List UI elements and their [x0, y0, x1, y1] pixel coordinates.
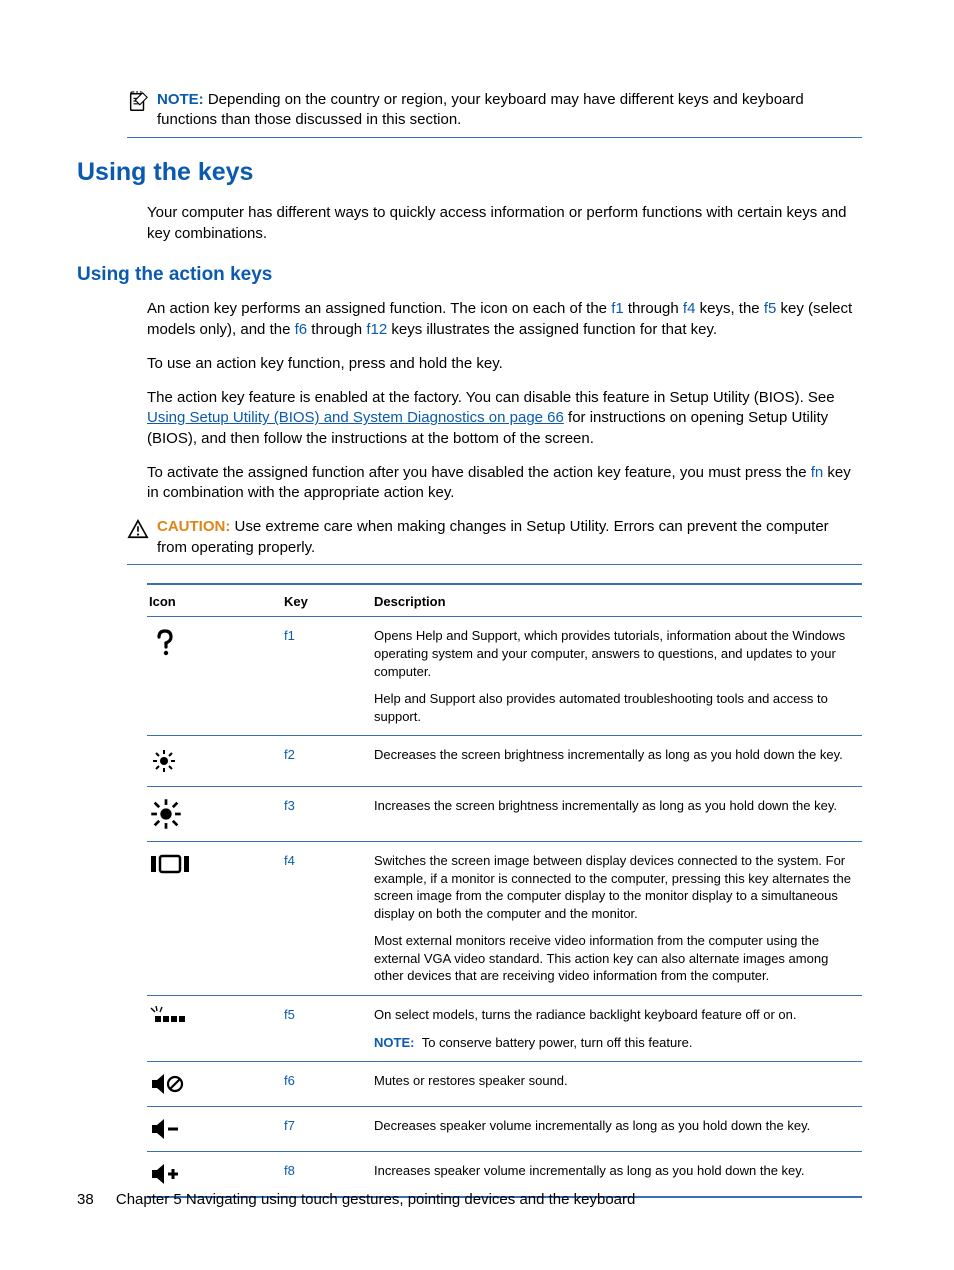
key-f5: f5 — [764, 300, 777, 317]
action-keys-table: Icon Key Description f1 Opens Help and S… — [147, 583, 862, 1198]
table-row: f5 On select models, turns the radiance … — [147, 996, 862, 1062]
cell-desc: Increases speaker volume incrementally a… — [374, 1162, 858, 1180]
note-label: NOTE: — [157, 91, 204, 108]
action-key-paragraph-3: The action key feature is enabled at the… — [147, 388, 862, 449]
action-key-paragraph-2: To use an action key function, press and… — [147, 354, 862, 374]
cell-desc: Most external monitors receive video inf… — [374, 932, 858, 985]
brightness-down-icon — [149, 746, 179, 776]
th-key: Key — [284, 593, 374, 611]
action-key-paragraph-1: An action key performs an assigned funct… — [147, 299, 862, 340]
caution-text: Use extreme care when making changes in … — [157, 518, 829, 555]
cell-desc: Decreases the screen brightness incremen… — [374, 746, 858, 764]
table-row: f1 Opens Help and Support, which provide… — [147, 617, 862, 736]
note-icon — [127, 91, 149, 113]
keyboard-backlight-icon — [149, 1006, 189, 1028]
cell-key: f7 — [284, 1117, 374, 1141]
note-text: Depending on the country or region, your… — [157, 91, 804, 128]
note-callout: NOTE: Depending on the country or region… — [127, 90, 862, 138]
key-f1: f1 — [611, 300, 624, 317]
volume-up-icon — [149, 1162, 183, 1186]
caution-callout: CAUTION: Use extreme care when making ch… — [127, 517, 862, 565]
cell-desc: Opens Help and Support, which provides t… — [374, 627, 858, 680]
cell-key: f3 — [284, 797, 374, 831]
table-header-row: Icon Key Description — [147, 585, 862, 618]
mute-icon — [149, 1072, 185, 1096]
switch-display-icon — [149, 852, 191, 876]
key-fn: fn — [811, 464, 824, 481]
cell-desc: Increases the screen brightness incremen… — [374, 797, 858, 815]
heading-using-keys: Using the keys — [77, 156, 862, 190]
intro-paragraph: Your computer has different ways to quic… — [147, 203, 862, 244]
key-f12: f12 — [366, 321, 387, 338]
cell-note: NOTE: To conserve battery power, turn of… — [374, 1034, 858, 1052]
heading-using-action-keys: Using the action keys — [77, 262, 862, 288]
caution-label: CAUTION: — [157, 518, 230, 535]
page-footer: 38 Chapter 5 Navigating using touch gest… — [77, 1190, 635, 1210]
table-row: f2 Decreases the screen brightness incre… — [147, 736, 862, 787]
cell-desc: Switches the screen image between displa… — [374, 852, 858, 922]
cell-key: f2 — [284, 746, 374, 776]
brightness-up-icon — [149, 797, 183, 831]
caution-icon — [127, 518, 149, 540]
cell-desc: Decreases speaker volume incrementally a… — [374, 1117, 858, 1135]
cell-desc: Mutes or restores speaker sound. — [374, 1072, 858, 1090]
th-desc: Description — [374, 593, 862, 611]
action-key-paragraph-4: To activate the assigned function after … — [147, 463, 862, 504]
table-row: f4 Switches the screen image between dis… — [147, 842, 862, 996]
key-f4: f4 — [683, 300, 696, 317]
cell-key: f4 — [284, 852, 374, 985]
chapter-title: Chapter 5 Navigating using touch gesture… — [116, 1191, 636, 1208]
cell-key: f5 — [284, 1006, 374, 1051]
table-row: f7 Decreases speaker volume incrementall… — [147, 1107, 862, 1152]
volume-down-icon — [149, 1117, 183, 1141]
help-icon — [149, 627, 181, 659]
link-setup-utility[interactable]: Using Setup Utility (BIOS) and System Di… — [147, 409, 564, 426]
cell-desc: Help and Support also provides automated… — [374, 690, 858, 725]
page-number: 38 — [77, 1190, 94, 1210]
cell-desc: On select models, turns the radiance bac… — [374, 1006, 858, 1024]
th-icon: Icon — [147, 593, 284, 611]
cell-key: f8 — [284, 1162, 374, 1186]
table-row: f3 Increases the screen brightness incre… — [147, 787, 862, 842]
table-row: f6 Mutes or restores speaker sound. — [147, 1062, 862, 1107]
cell-key: f6 — [284, 1072, 374, 1096]
key-f6: f6 — [295, 321, 308, 338]
cell-key: f1 — [284, 627, 374, 725]
